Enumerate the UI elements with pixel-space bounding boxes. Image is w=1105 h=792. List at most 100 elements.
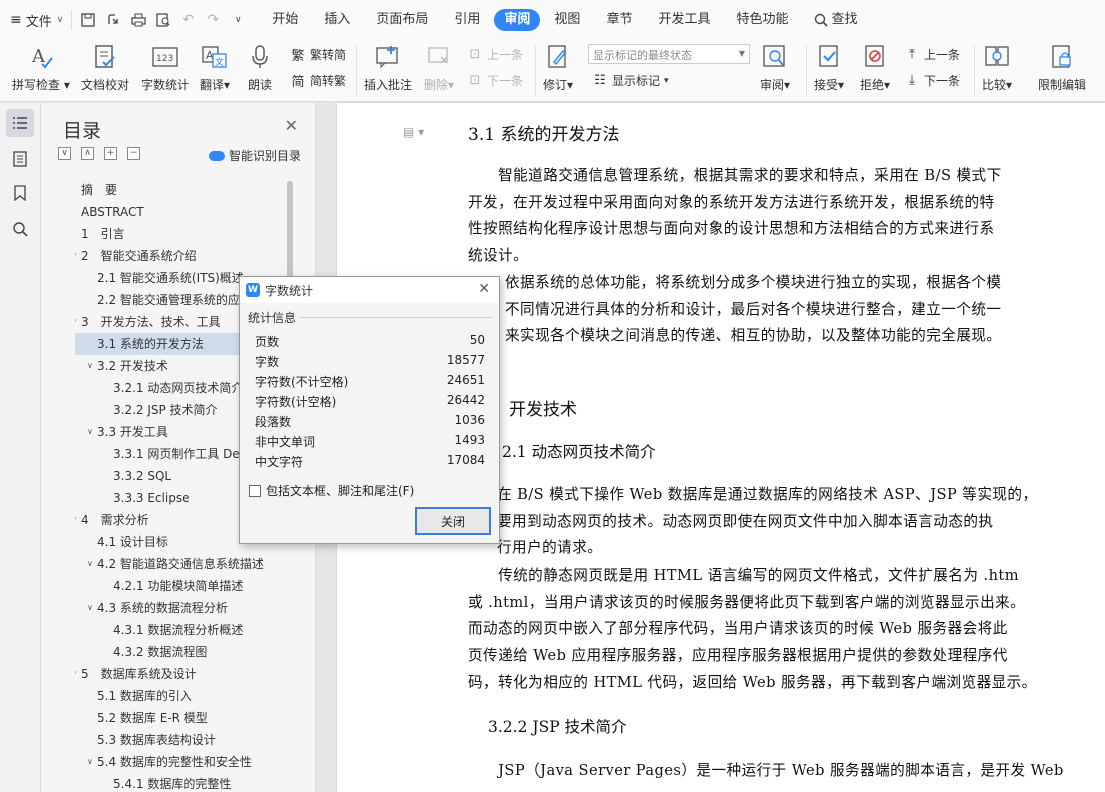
doc-proof-button[interactable]: 文档校对: [81, 42, 129, 93]
restrict-edit-button[interactable]: 限制编辑: [1038, 42, 1086, 93]
add-heading-icon[interactable]: +: [104, 147, 117, 160]
simp-to-trad-button[interactable]: 简 简转繁: [290, 72, 346, 90]
toc-item[interactable]: ∨ 5 数据库系统及设计: [75, 663, 197, 685]
close-icon[interactable]: ✕: [285, 116, 298, 135]
ribbon-separator: [974, 46, 975, 96]
toc-item[interactable]: ∨ 3.3 开发工具: [87, 421, 168, 443]
tab-page-layout[interactable]: 页面布局: [364, 9, 440, 31]
toc-item-label: 3.1 系统的开发方法: [97, 337, 204, 351]
save-icon[interactable]: [80, 12, 96, 28]
export-icon[interactable]: [105, 12, 121, 28]
markup-state-select[interactable]: 显示标记的最终状态 ▼: [588, 44, 750, 64]
word-count-dialog: W 字数统计 ✕ 统计信息 页数 50 字数 18577 字符数(不计空格) 2465…: [239, 276, 500, 544]
toc-item[interactable]: 3.3.1 网页制作工具 Dea: [113, 443, 247, 465]
tab-references[interactable]: 引用: [442, 9, 492, 31]
ribbon-separator: [356, 46, 357, 96]
toc-item[interactable]: ∨ 3 开发方法、技术、工具: [75, 311, 221, 333]
toc-item[interactable]: ∨ 4 需求分析: [75, 509, 149, 531]
prev-comment-button[interactable]: ⊡ 上一条: [467, 46, 523, 63]
chevron-down-icon[interactable]: ∨: [75, 663, 77, 685]
chevron-down-icon[interactable]: ∨: [75, 509, 77, 531]
tab-find[interactable]: 查找: [802, 9, 869, 31]
redo-icon[interactable]: ↷: [205, 12, 221, 28]
chevron-down-icon[interactable]: ∨: [87, 421, 93, 443]
include-textboxes-checkbox[interactable]: 包括文本框、脚注和尾注(F): [249, 482, 414, 499]
delete-comment-button[interactable]: 删除▾: [424, 42, 454, 93]
smart-toc-button[interactable]: 智能识别目录: [208, 147, 301, 164]
review-pane-button[interactable]: 审阅▾: [760, 42, 790, 93]
chevron-down-icon[interactable]: ∨: [75, 311, 77, 333]
checkbox-box[interactable]: [249, 484, 261, 497]
next-comment-button[interactable]: ⊡ 下一条: [467, 72, 523, 89]
toc-item[interactable]: 2.1 智能交通系统(ITS)概述: [97, 267, 244, 289]
toc-item[interactable]: ∨ 2 智能交通系统介绍: [75, 245, 197, 267]
stat-row-chinese-chars: 中文字符 17084: [255, 453, 485, 469]
toc-item[interactable]: 4.3.1 数据流程分析概述: [113, 619, 243, 641]
tab-developer[interactable]: 开发工具: [646, 9, 722, 31]
toc-item[interactable]: 5.3 数据库表结构设计: [97, 729, 216, 751]
toc-item[interactable]: 5.2 数据库 E-R 模型: [97, 707, 208, 729]
toc-item[interactable]: ∨ 3.2 开发技术: [87, 355, 168, 377]
chevron-down-icon[interactable]: ∨: [87, 553, 93, 575]
toc-item[interactable]: 5.1 数据库的引入: [97, 685, 192, 707]
undo-icon[interactable]: ↶: [180, 12, 196, 28]
tab-sections[interactable]: 章节: [594, 9, 644, 31]
toc-item[interactable]: 4.1 设计目标: [97, 531, 168, 553]
read-aloud-button[interactable]: 朗读: [245, 42, 275, 93]
accept-button[interactable]: 接受▾: [814, 42, 844, 93]
file-menu[interactable]: ≡ 文件 ∨: [0, 6, 71, 34]
toc-item[interactable]: ∨ 5.4 数据库的完整性和安全性: [87, 751, 252, 773]
prev-change-button[interactable]: ⤒ 上一条: [904, 46, 960, 63]
toc-panel-button[interactable]: [6, 109, 34, 137]
toc-item[interactable]: 5.4.1 数据库的完整性: [113, 773, 231, 792]
remove-heading-icon[interactable]: −: [127, 147, 140, 160]
reject-button[interactable]: 拒绝▾: [860, 42, 890, 93]
compare-button[interactable]: 比较▾: [982, 42, 1012, 93]
tab-view[interactable]: 视图: [542, 9, 592, 31]
toc-item[interactable]: ∨ 4.2 智能道路交通信息系统描述: [87, 553, 264, 575]
restrict-edit-label: 限制编辑: [1038, 78, 1087, 92]
outline-panel-button[interactable]: [6, 145, 34, 173]
word-count-button[interactable]: 123 字数统计: [141, 42, 189, 93]
collapse-all-icon[interactable]: ∨: [58, 147, 71, 160]
translate-button[interactable]: A文 翻译▾: [200, 42, 230, 93]
tab-insert[interactable]: 插入: [312, 9, 362, 31]
toc-item[interactable]: 4.2.1 功能模块简单描述: [113, 575, 243, 597]
dialog-titlebar[interactable]: W 字数统计 ✕: [240, 277, 499, 303]
customize-toolbar-icon[interactable]: ∨: [230, 12, 246, 28]
toc-item[interactable]: 3.2.1 动态网页技术简介: [113, 377, 243, 399]
toc-item[interactable]: 2.2 智能交通管理系统的应: [97, 289, 240, 311]
chevron-down-icon[interactable]: ∨: [87, 751, 93, 773]
spell-check-button[interactable]: A 拼写检查 ▾: [12, 42, 70, 93]
tab-special-features[interactable]: 特色功能: [724, 9, 800, 31]
close-button[interactable]: 关闭: [415, 507, 491, 535]
toc-item[interactable]: 摘 要: [81, 179, 117, 201]
paragraph-menu-icon[interactable]: ▤ ▾: [403, 125, 424, 139]
print-icon[interactable]: [130, 12, 146, 28]
tab-review[interactable]: 审阅: [494, 9, 541, 31]
heading-3-2-1: 2.1 动态网页技术简介: [502, 443, 656, 461]
doc-proof-label: 文档校对: [81, 78, 130, 92]
close-icon[interactable]: ✕: [478, 281, 490, 297]
track-changes-button[interactable]: 修订▾: [543, 42, 573, 93]
find-panel-button[interactable]: [6, 215, 34, 243]
toc-item[interactable]: 3.2.2 JSP 技术简介: [113, 399, 218, 421]
next-change-button[interactable]: ⤓ 下一条: [904, 72, 960, 89]
toc-item[interactable]: 3.3.3 Eclipse: [113, 487, 189, 509]
toc-item[interactable]: 3.3.2 SQL: [113, 465, 171, 487]
next-comment-label: 下一条: [487, 74, 524, 88]
toc-item[interactable]: ABSTRACT: [81, 201, 144, 223]
bookmark-panel-button[interactable]: [6, 179, 34, 207]
toc-item[interactable]: 1 引言: [81, 223, 125, 245]
toc-item[interactable]: 4.3.2 数据流程图: [113, 641, 207, 663]
trad-to-simp-button[interactable]: 繁 繁转简: [290, 46, 346, 64]
show-markup-button[interactable]: ☷ 显示标记 ▾: [592, 72, 668, 89]
chevron-down-icon[interactable]: ∨: [87, 355, 93, 377]
print-preview-icon[interactable]: [155, 12, 171, 28]
insert-comment-button[interactable]: 插入批注: [364, 42, 412, 93]
chevron-down-icon[interactable]: ∨: [87, 597, 93, 619]
tab-home[interactable]: 开始: [260, 9, 310, 31]
toc-item[interactable]: ∨ 4.3 系统的数据流程分析: [87, 597, 228, 619]
expand-all-icon[interactable]: ∧: [81, 147, 94, 160]
chevron-down-icon[interactable]: ∨: [75, 245, 77, 267]
